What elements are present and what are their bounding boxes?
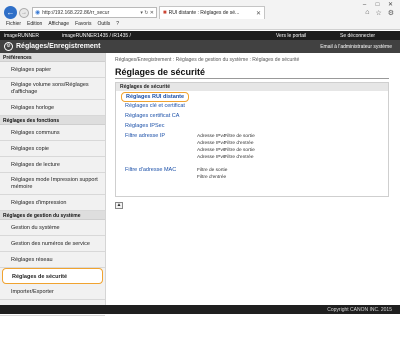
sidebar-item-paper[interactable]: Réglages papier: [0, 62, 105, 78]
ip-filter-row: Adresse IPv4 Filtre de sortie: [197, 134, 255, 139]
header-title: Réglages/Enregistrement: [16, 43, 101, 50]
browser-chrome: – □ ✕ ← → ◉ http://192.168.222.86/rr_sec…: [0, 0, 400, 30]
tab-favicon-icon: ■: [163, 10, 167, 16]
logout-link[interactable]: Se déconnecter: [340, 33, 375, 39]
sidebar-item-memory-print[interactable]: Réglages mode Impression support mémoire: [0, 173, 105, 195]
main-content: Réglages/Enregistrement : Réglages de ge…: [106, 53, 400, 305]
menu-fichier[interactable]: Fichier: [6, 21, 21, 27]
address-bar[interactable]: ◉ http://192.168.222.86/rr_secur ▾ ↻ ✕: [32, 7, 157, 18]
menu-bar: Fichier Edition Affichage Favoris Outils…: [6, 21, 119, 27]
sidebar-item-common[interactable]: Réglages communs: [0, 125, 105, 141]
menu-edition[interactable]: Edition: [27, 21, 42, 27]
sidebar-item-scan[interactable]: Réglages de lecture: [0, 157, 105, 173]
ip-filter-row: Adresse IPv6 Filtre de sortie: [197, 148, 255, 153]
device-name: imageRUNNER1435 / iR1435 /: [62, 33, 131, 39]
sidebar-section-preferences: Préférences: [0, 53, 105, 62]
link-key-certificate[interactable]: Réglages clé et certificat: [125, 103, 185, 109]
scroll-top-button[interactable]: ▲: [115, 202, 123, 209]
sidebar-item-network[interactable]: Réglages réseau: [0, 252, 105, 268]
page-icon: ◉: [35, 10, 41, 16]
browser-tab[interactable]: ■ RUI distante : Réglages de sé... ✕: [159, 6, 265, 19]
link-rui-settings[interactable]: Réglages RUI distante: [121, 92, 190, 102]
sidebar-item-copy[interactable]: Réglages copie: [0, 141, 105, 157]
sidebar-section-functions: Réglages des fonctions: [0, 116, 105, 125]
ip-filter-row: Adresse IPv6 Filtre d'entrée: [197, 155, 254, 160]
link-mac-filter[interactable]: Filtre d'adresse MAC: [125, 167, 176, 173]
menu-help[interactable]: ?: [116, 21, 119, 27]
sidebar: Préférences Réglages papier Réglage volu…: [0, 53, 106, 316]
address-text: http://192.168.222.86/rr_secur: [42, 9, 110, 16]
admin-mail-text[interactable]: Email à l'administrateur système: [320, 44, 392, 50]
toolbar-icons: ⌂ ☆ ⚙: [365, 9, 394, 17]
link-ip-filter[interactable]: Filtre adresse IP: [125, 133, 165, 139]
sidebar-section-system: Réglages de gestion du système: [0, 211, 105, 220]
mac-filter-row: Filtre d'entrée: [197, 175, 227, 180]
copyright-text: Copyright CANON INC. 2015: [327, 307, 392, 313]
app-top-bar: imageRUNNER imageRUNNER1435 / iR1435 / V…: [0, 31, 400, 40]
link-ca-certificate[interactable]: Réglages certificat CA: [125, 113, 179, 119]
app-header: ⚙ Réglages/Enregistrement Email à l'admi…: [0, 40, 400, 53]
menu-favoris[interactable]: Favoris: [75, 21, 91, 27]
brand-name: imageRUNNER: [4, 33, 40, 39]
forward-arrow-icon[interactable]: →: [19, 8, 29, 18]
settings-logo-icon: ⚙: [4, 42, 13, 51]
mac-filter-row: Filtre de sortie: [197, 168, 228, 173]
sidebar-item-import-export[interactable]: Importer/Exporter: [0, 284, 105, 300]
menu-affichage[interactable]: Affichage: [48, 21, 69, 27]
footer: Copyright CANON INC. 2015: [0, 305, 400, 314]
tab-title: RUI distante : Réglages de sé...: [168, 10, 240, 16]
address-controls[interactable]: ▾ ↻ ✕: [140, 10, 156, 16]
title-divider: [115, 78, 389, 79]
sidebar-item-service-numbers[interactable]: Gestion des numéros de service: [0, 236, 105, 252]
security-panel: Réglages de sécurité Réglages RUI distan…: [115, 82, 389, 197]
home-icon[interactable]: ⌂: [365, 9, 369, 17]
sidebar-item-print[interactable]: Réglages d'impression: [0, 195, 105, 211]
sidebar-item-security[interactable]: Réglages de sécurité: [2, 268, 103, 284]
sidebar-item-volume-display[interactable]: Réglage volume sons/Réglages d'affichage: [0, 78, 105, 100]
breadcrumb: Réglages/Enregistrement : Réglages de ge…: [115, 57, 300, 63]
window-controls: – □ ✕: [359, 2, 396, 9]
panel-title: Réglages de sécurité: [116, 83, 388, 91]
back-arrow-icon[interactable]: ←: [4, 6, 17, 19]
menu-outils[interactable]: Outils: [97, 21, 110, 27]
favorites-star-icon[interactable]: ☆: [375, 9, 381, 17]
sidebar-item-clock[interactable]: Réglages horloge: [0, 100, 105, 116]
page-title: Réglages de sécurité: [115, 67, 206, 77]
maximize-icon[interactable]: □: [372, 2, 383, 9]
close-window-icon[interactable]: ✕: [385, 2, 396, 9]
link-ipsec[interactable]: Réglages IPSec: [125, 123, 164, 129]
portal-link[interactable]: Vers le portail: [276, 33, 306, 39]
ip-filter-row: Adresse IPv4 Filtre d'entrée: [197, 141, 254, 146]
sidebar-item-system-management[interactable]: Gestion du système: [0, 220, 105, 236]
minimize-icon[interactable]: –: [359, 2, 370, 9]
tab-close-icon[interactable]: ✕: [256, 10, 264, 17]
settings-gear-icon[interactable]: ⚙: [388, 9, 394, 17]
